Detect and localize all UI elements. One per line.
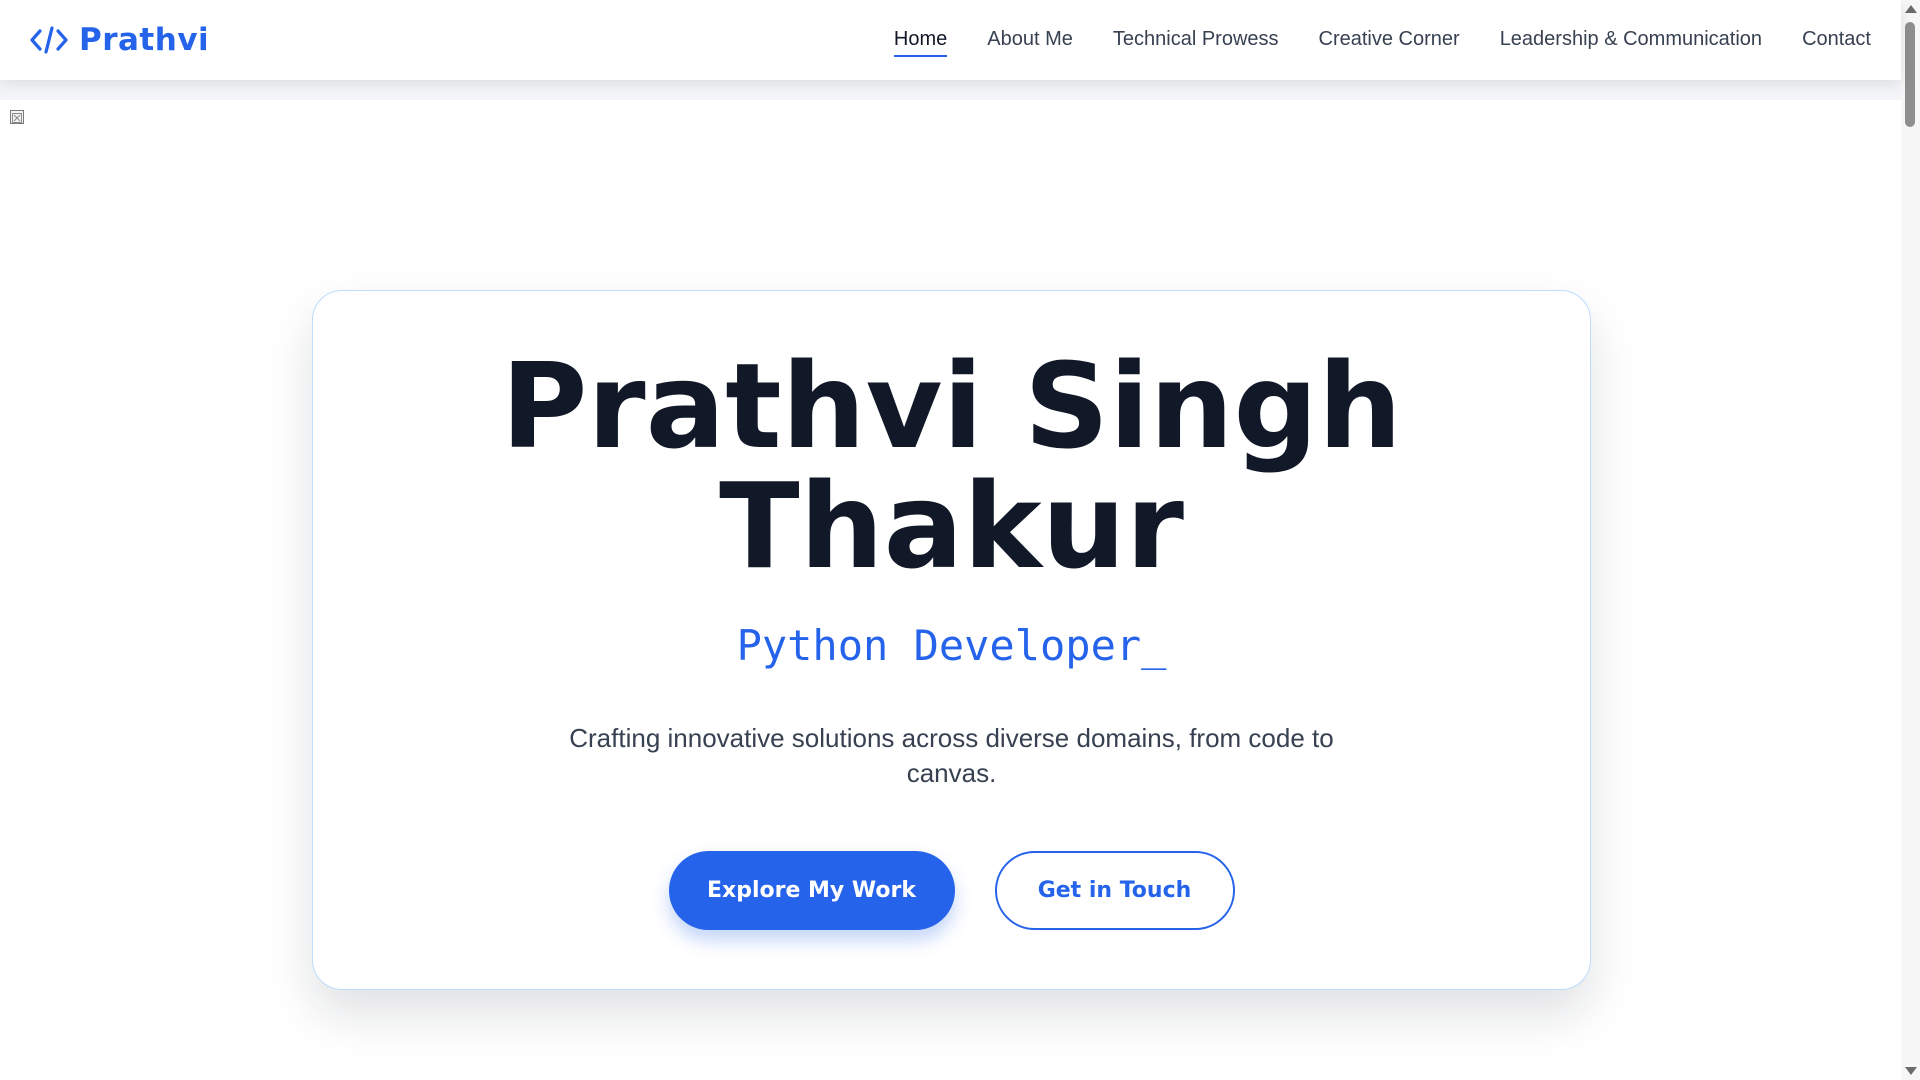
brand-name: Prathvi xyxy=(79,22,210,58)
nav-item-home[interactable]: Home xyxy=(893,24,948,57)
navbar-shadow-band xyxy=(0,80,1901,100)
nav-item-technical-prowess[interactable]: Technical Prowess xyxy=(1113,24,1279,54)
hero-tagline: Crafting innovative solutions across div… xyxy=(569,723,1334,788)
scroll-up-arrow-icon[interactable] xyxy=(1905,5,1917,13)
broken-image-icon xyxy=(10,110,24,124)
vertical-scrollbar[interactable] xyxy=(1901,0,1920,1080)
brand-logo-link[interactable]: Prathvi xyxy=(30,20,209,60)
get-in-touch-button[interactable]: Get in Touch xyxy=(994,851,1235,930)
nav-item-leadership-communication[interactable]: Leadership & Communication xyxy=(1500,24,1762,54)
nav-item-about-me[interactable]: About Me xyxy=(987,24,1073,54)
explore-my-work-button[interactable]: Explore My Work xyxy=(668,851,955,930)
code-brackets-icon xyxy=(30,25,68,55)
nav-item-creative-corner[interactable]: Creative Corner xyxy=(1319,24,1460,54)
scroll-down-arrow-icon[interactable] xyxy=(1905,1067,1917,1075)
nav-item-contact[interactable]: Contact xyxy=(1802,24,1871,54)
hero-name-line-2: Thakur xyxy=(719,457,1184,595)
hero-card: Prathvi Singh Thakur Python Developer_ C… xyxy=(312,290,1591,990)
nav-links: Home About Me Technical Prowess Creative… xyxy=(893,24,1871,57)
hero-name: Prathvi Singh Thakur xyxy=(313,346,1590,586)
hero-actions: Explore My Work Get in Touch xyxy=(313,851,1590,930)
scrollbar-thumb[interactable] xyxy=(1905,22,1915,127)
hero-role-typing: Python Developer_ xyxy=(736,621,1167,670)
top-navbar: Prathvi Home About Me Technical Prowess … xyxy=(0,0,1901,80)
hero-name-line-1: Prathvi Singh xyxy=(500,337,1403,475)
